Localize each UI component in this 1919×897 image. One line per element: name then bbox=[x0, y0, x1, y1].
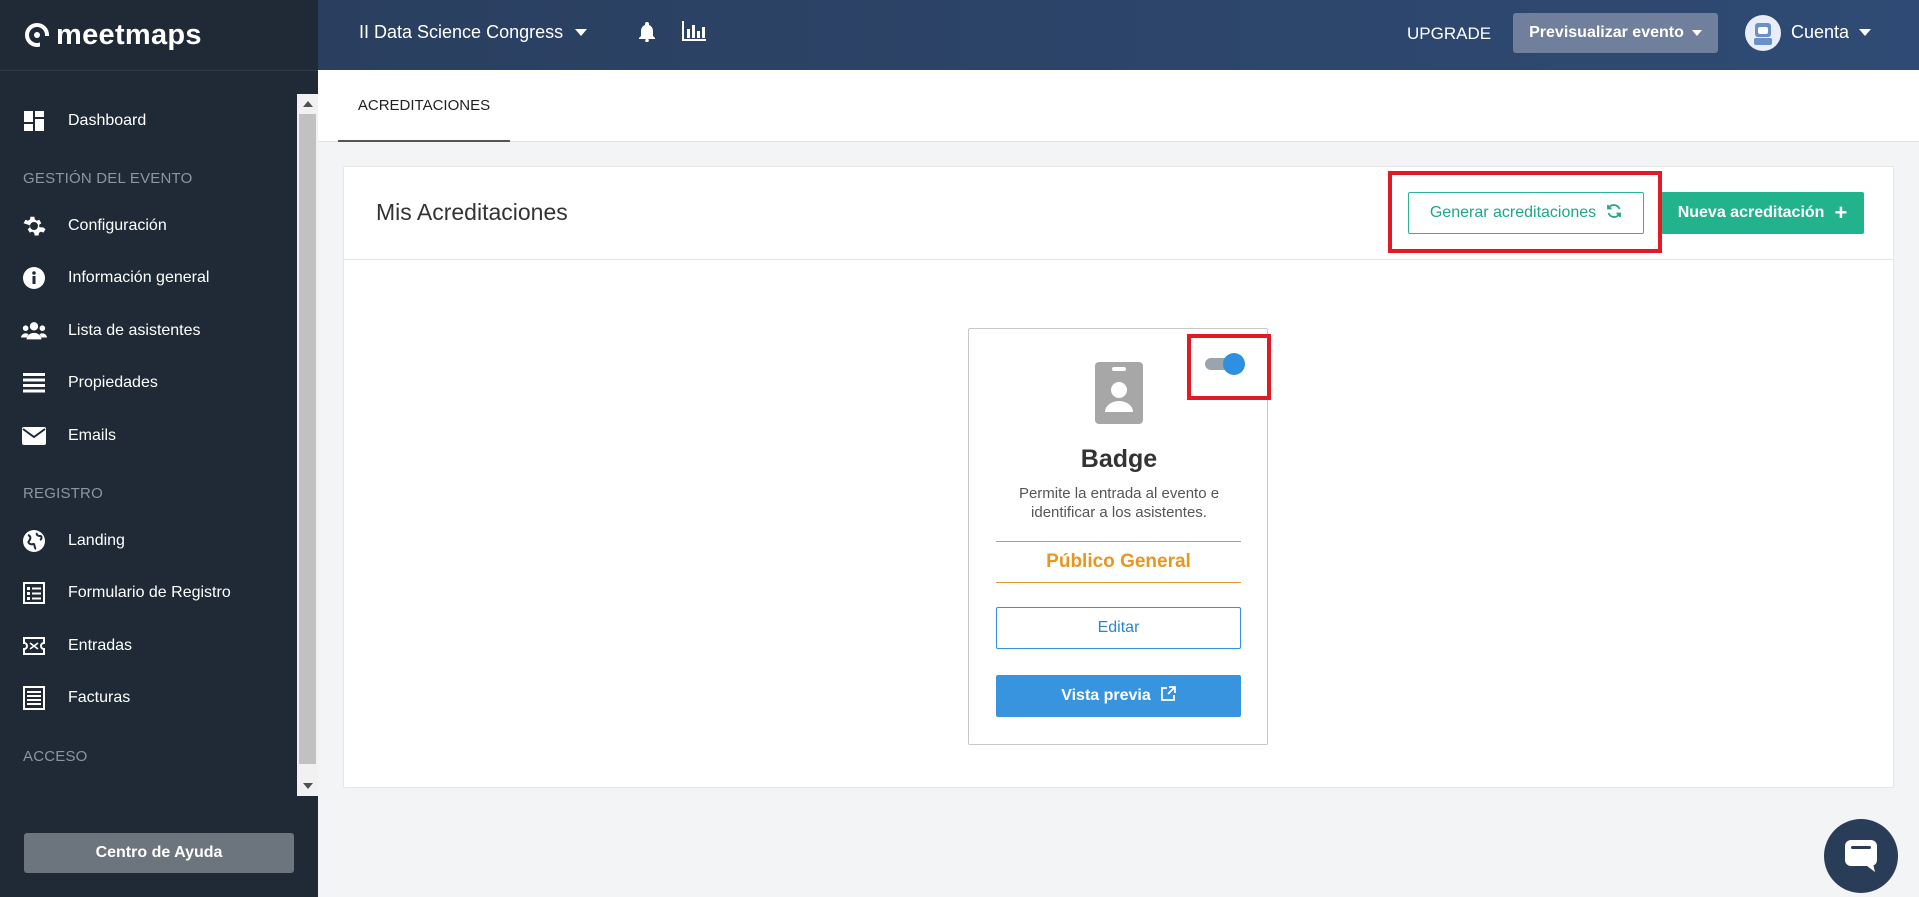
info-icon bbox=[21, 265, 47, 291]
sidebar-item-landing[interactable]: Landing bbox=[0, 521, 298, 561]
sidebar-section-acceso: ACCESO bbox=[23, 748, 88, 765]
sidebar-item-facturas[interactable]: Facturas bbox=[0, 678, 298, 718]
chevron-down-icon bbox=[1691, 30, 1702, 36]
page-title: Mis Acreditaciones bbox=[376, 199, 568, 225]
users-icon bbox=[21, 318, 47, 344]
sidebar-item-label: Información general bbox=[68, 269, 210, 286]
highlight-toggle bbox=[1187, 334, 1271, 400]
sidebar-item-emails[interactable]: Emails bbox=[0, 416, 298, 456]
help-center-button[interactable]: Centro de Ayuda bbox=[24, 833, 294, 873]
sidebar-item-label: Formulario de Registro bbox=[68, 584, 231, 601]
chat-icon bbox=[1845, 840, 1877, 872]
sidebar-item-label: Emails bbox=[68, 427, 117, 444]
form-icon bbox=[21, 580, 47, 606]
sidebar-nav: Dashboard GESTIÓN DEL EVENTO Configuraci… bbox=[0, 94, 298, 796]
brand-name: meetmaps bbox=[56, 18, 202, 51]
highlight-generate-button bbox=[1388, 171, 1662, 253]
card-title: Badge bbox=[1080, 445, 1158, 473]
chat-widget-button[interactable] bbox=[1824, 819, 1898, 893]
sidebar: meetmaps Dashboard GESTIÓN DEL EVENTO Co… bbox=[0, 0, 318, 897]
envelope-icon bbox=[21, 423, 47, 449]
preview-event-button[interactable]: Previsualizar evento bbox=[1513, 13, 1718, 53]
sidebar-item-propiedades[interactable]: Propiedades bbox=[0, 363, 298, 403]
card-description: Permite la entrada al evento e identific… bbox=[1018, 485, 1220, 521]
preview-event-label: Previsualizar evento bbox=[1529, 24, 1684, 41]
sidebar-section-gestion: GESTIÓN DEL EVENTO bbox=[23, 170, 193, 187]
meetmaps-logo-icon bbox=[25, 23, 50, 48]
top-bar: II Data Science Congress UPGRADE Previsu… bbox=[318, 0, 1919, 70]
event-selector[interactable]: II Data Science Congress bbox=[359, 22, 588, 43]
sidebar-scrollbar[interactable] bbox=[297, 94, 318, 796]
list-icon bbox=[21, 370, 47, 396]
sidebar-item-dashboard[interactable]: Dashboard bbox=[0, 101, 298, 141]
brand-logo[interactable]: meetmaps bbox=[0, 0, 318, 70]
avatar[interactable] bbox=[1745, 15, 1781, 51]
sidebar-item-lista-asistentes[interactable]: Lista de asistentes bbox=[0, 311, 298, 351]
edit-button[interactable]: Editar bbox=[996, 607, 1241, 649]
gear-icon bbox=[21, 213, 47, 239]
globe-icon bbox=[21, 528, 47, 554]
sidebar-item-label: Facturas bbox=[68, 689, 131, 706]
sidebar-item-label: Entradas bbox=[68, 637, 133, 654]
ticket-icon bbox=[21, 633, 47, 659]
id-badge-icon bbox=[1095, 362, 1143, 429]
sidebar-item-label: Configuración bbox=[68, 217, 167, 234]
chevron-down-icon bbox=[1859, 29, 1872, 36]
bell-icon[interactable] bbox=[638, 22, 656, 47]
new-credential-label: Nueva acreditación bbox=[1677, 204, 1825, 221]
new-credential-button[interactable]: Nueva acreditación + bbox=[1661, 192, 1864, 234]
sidebar-item-configuracion[interactable]: Configuración bbox=[0, 206, 298, 246]
sidebar-divider bbox=[0, 70, 318, 71]
scroll-up-arrow-icon[interactable] bbox=[303, 101, 313, 107]
preview-button[interactable]: Vista previa bbox=[996, 675, 1241, 717]
plus-icon: + bbox=[1834, 200, 1848, 225]
stats-chart-icon[interactable] bbox=[682, 21, 706, 46]
account-label: Cuenta bbox=[1791, 22, 1850, 42]
sidebar-item-label: Lista de asistentes bbox=[68, 322, 201, 339]
sidebar-section-registro: REGISTRO bbox=[23, 485, 103, 502]
receipt-icon bbox=[21, 685, 47, 711]
tab-bar: ACREDITACIONES bbox=[318, 70, 1919, 142]
card-audience: Público General bbox=[996, 541, 1241, 583]
event-name: II Data Science Congress bbox=[359, 22, 564, 42]
sidebar-item-label: Dashboard bbox=[68, 112, 147, 129]
sidebar-item-formulario-registro[interactable]: Formulario de Registro bbox=[0, 573, 298, 613]
preview-label: Vista previa bbox=[1061, 687, 1151, 704]
upgrade-link[interactable]: UPGRADE bbox=[1407, 24, 1491, 44]
tab-acreditaciones[interactable]: ACREDITACIONES bbox=[338, 70, 510, 142]
scrollbar-thumb[interactable] bbox=[299, 114, 316, 764]
account-menu[interactable]: Cuenta bbox=[1791, 22, 1872, 43]
scroll-down-arrow-icon[interactable] bbox=[303, 783, 313, 789]
external-link-icon bbox=[1160, 686, 1176, 706]
sidebar-item-label: Propiedades bbox=[68, 374, 158, 391]
user-avatar-icon bbox=[1754, 23, 1772, 45]
sidebar-item-label: Landing bbox=[68, 532, 125, 549]
chevron-down-icon bbox=[575, 29, 588, 36]
sidebar-item-entradas[interactable]: Entradas bbox=[0, 626, 298, 666]
sidebar-item-informacion-general[interactable]: Información general bbox=[0, 258, 298, 298]
dashboard-icon bbox=[21, 108, 47, 134]
